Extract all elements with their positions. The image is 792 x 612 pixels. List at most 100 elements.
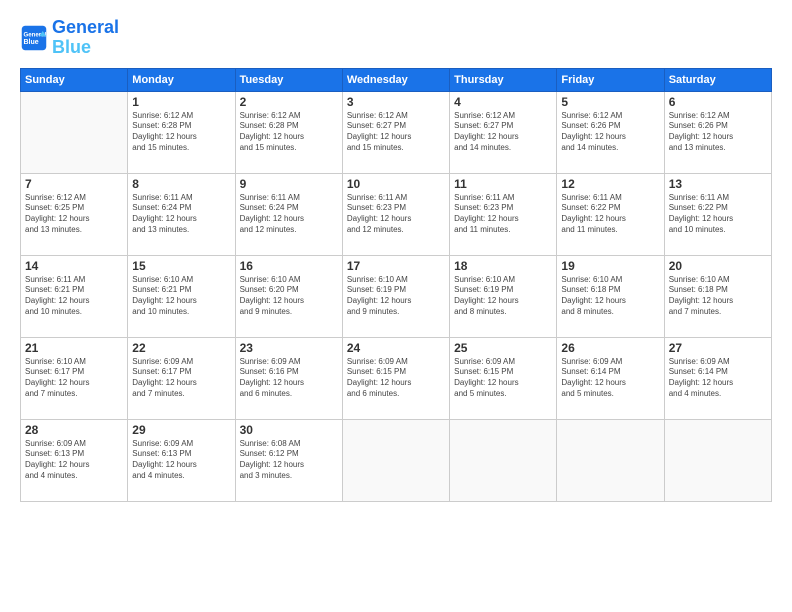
day-info: Sunrise: 6:09 AM Sunset: 6:16 PM Dayligh… (240, 357, 338, 400)
day-number: 7 (25, 177, 123, 191)
day-number: 23 (240, 341, 338, 355)
calendar-cell: 4 Sunrise: 6:12 AM Sunset: 6:27 PM Daylig… (450, 91, 557, 173)
calendar-cell: 17 Sunrise: 6:10 AM Sunset: 6:19 PM Dayli… (342, 255, 449, 337)
day-info: Sunrise: 6:12 AM Sunset: 6:26 PM Dayligh… (561, 111, 659, 154)
day-number: 1 (132, 95, 230, 109)
day-number: 27 (669, 341, 767, 355)
day-number: 4 (454, 95, 552, 109)
day-info: Sunrise: 6:12 AM Sunset: 6:27 PM Dayligh… (454, 111, 552, 154)
day-number: 8 (132, 177, 230, 191)
calendar-cell: 12 Sunrise: 6:11 AM Sunset: 6:22 PM Dayli… (557, 173, 664, 255)
day-info: Sunrise: 6:12 AM Sunset: 6:25 PM Dayligh… (25, 193, 123, 236)
day-number: 13 (669, 177, 767, 191)
day-info: Sunrise: 6:09 AM Sunset: 6:14 PM Dayligh… (561, 357, 659, 400)
day-info: Sunrise: 6:10 AM Sunset: 6:20 PM Dayligh… (240, 275, 338, 318)
calendar-cell: 30 Sunrise: 6:08 AM Sunset: 6:12 PM Dayli… (235, 419, 342, 501)
calendar-cell (342, 419, 449, 501)
calendar-cell: 1 Sunrise: 6:12 AM Sunset: 6:28 PM Daylig… (128, 91, 235, 173)
calendar-cell: 26 Sunrise: 6:09 AM Sunset: 6:14 PM Dayli… (557, 337, 664, 419)
day-info: Sunrise: 6:11 AM Sunset: 6:24 PM Dayligh… (132, 193, 230, 236)
day-info: Sunrise: 6:11 AM Sunset: 6:24 PM Dayligh… (240, 193, 338, 236)
calendar-cell: 3 Sunrise: 6:12 AM Sunset: 6:27 PM Daylig… (342, 91, 449, 173)
calendar-cell: 11 Sunrise: 6:11 AM Sunset: 6:23 PM Dayli… (450, 173, 557, 255)
day-number: 28 (25, 423, 123, 437)
weekday-header-wednesday: Wednesday (342, 68, 449, 91)
calendar-cell: 19 Sunrise: 6:10 AM Sunset: 6:18 PM Dayli… (557, 255, 664, 337)
day-info: Sunrise: 6:10 AM Sunset: 6:18 PM Dayligh… (561, 275, 659, 318)
day-info: Sunrise: 6:11 AM Sunset: 6:22 PM Dayligh… (669, 193, 767, 236)
day-number: 18 (454, 259, 552, 273)
weekday-header-monday: Monday (128, 68, 235, 91)
calendar-cell: 6 Sunrise: 6:12 AM Sunset: 6:26 PM Daylig… (664, 91, 771, 173)
day-info: Sunrise: 6:11 AM Sunset: 6:23 PM Dayligh… (454, 193, 552, 236)
day-info: Sunrise: 6:09 AM Sunset: 6:15 PM Dayligh… (347, 357, 445, 400)
calendar-cell: 7 Sunrise: 6:12 AM Sunset: 6:25 PM Daylig… (21, 173, 128, 255)
day-number: 29 (132, 423, 230, 437)
calendar-cell: 20 Sunrise: 6:10 AM Sunset: 6:18 PM Dayli… (664, 255, 771, 337)
day-info: Sunrise: 6:09 AM Sunset: 6:14 PM Dayligh… (669, 357, 767, 400)
day-number: 11 (454, 177, 552, 191)
day-number: 2 (240, 95, 338, 109)
day-info: Sunrise: 6:10 AM Sunset: 6:19 PM Dayligh… (347, 275, 445, 318)
calendar-cell: 23 Sunrise: 6:09 AM Sunset: 6:16 PM Dayli… (235, 337, 342, 419)
calendar-cell: 14 Sunrise: 6:11 AM Sunset: 6:21 PM Dayli… (21, 255, 128, 337)
day-number: 25 (454, 341, 552, 355)
day-number: 14 (25, 259, 123, 273)
day-number: 17 (347, 259, 445, 273)
day-info: Sunrise: 6:09 AM Sunset: 6:17 PM Dayligh… (132, 357, 230, 400)
day-number: 24 (347, 341, 445, 355)
day-info: Sunrise: 6:12 AM Sunset: 6:28 PM Dayligh… (132, 111, 230, 154)
calendar-cell: 16 Sunrise: 6:10 AM Sunset: 6:20 PM Dayli… (235, 255, 342, 337)
svg-text:Blue: Blue (24, 39, 39, 46)
day-number: 19 (561, 259, 659, 273)
calendar-cell: 13 Sunrise: 6:11 AM Sunset: 6:22 PM Dayli… (664, 173, 771, 255)
calendar-cell: 28 Sunrise: 6:09 AM Sunset: 6:13 PM Dayli… (21, 419, 128, 501)
day-number: 20 (669, 259, 767, 273)
calendar-cell: 2 Sunrise: 6:12 AM Sunset: 6:28 PM Daylig… (235, 91, 342, 173)
day-info: Sunrise: 6:12 AM Sunset: 6:27 PM Dayligh… (347, 111, 445, 154)
day-info: Sunrise: 6:09 AM Sunset: 6:13 PM Dayligh… (25, 439, 123, 482)
day-number: 16 (240, 259, 338, 273)
calendar-cell: 10Sunrise: 6:11 AM Sunset: 6:23 PM Dayli… (342, 173, 449, 255)
day-number: 30 (240, 423, 338, 437)
weekday-header-sunday: Sunday (21, 68, 128, 91)
weekday-header-tuesday: Tuesday (235, 68, 342, 91)
calendar-cell: 24 Sunrise: 6:09 AM Sunset: 6:15 PM Dayli… (342, 337, 449, 419)
weekday-header-saturday: Saturday (664, 68, 771, 91)
day-info: Sunrise: 6:10 AM Sunset: 6:21 PM Dayligh… (132, 275, 230, 318)
day-info: Sunrise: 6:10 AM Sunset: 6:18 PM Dayligh… (669, 275, 767, 318)
weekday-header-thursday: Thursday (450, 68, 557, 91)
calendar-cell: 8 Sunrise: 6:11 AM Sunset: 6:24 PM Daylig… (128, 173, 235, 255)
day-info: Sunrise: 6:11 AM Sunset: 6:21 PM Dayligh… (25, 275, 123, 318)
day-number: 15 (132, 259, 230, 273)
logo: General Blue GeneralBlue (20, 18, 119, 58)
day-number: 6 (669, 95, 767, 109)
day-info: Sunrise: 6:09 AM Sunset: 6:15 PM Dayligh… (454, 357, 552, 400)
calendar-cell (557, 419, 664, 501)
day-info: Sunrise: 6:10 AM Sunset: 6:17 PM Dayligh… (25, 357, 123, 400)
page: General Blue GeneralBlue SundayMondayTue… (0, 0, 792, 612)
header: General Blue GeneralBlue (20, 18, 772, 58)
calendar-cell: 22 Sunrise: 6:09 AM Sunset: 6:17 PM Dayli… (128, 337, 235, 419)
day-info: Sunrise: 6:10 AM Sunset: 6:19 PM Dayligh… (454, 275, 552, 318)
calendar-cell: 21Sunrise: 6:10 AM Sunset: 6:17 PM Dayli… (21, 337, 128, 419)
calendar-cell (21, 91, 128, 173)
calendar-cell: 5Sunrise: 6:12 AM Sunset: 6:26 PM Daylig… (557, 91, 664, 173)
day-number: 12 (561, 177, 659, 191)
calendar-cell: 9 Sunrise: 6:11 AM Sunset: 6:24 PM Daylig… (235, 173, 342, 255)
day-number: 10 (347, 177, 445, 191)
day-info: Sunrise: 6:12 AM Sunset: 6:28 PM Dayligh… (240, 111, 338, 154)
logo-icon: General Blue (20, 24, 48, 52)
day-info: Sunrise: 6:08 AM Sunset: 6:12 PM Dayligh… (240, 439, 338, 482)
day-number: 22 (132, 341, 230, 355)
day-info: Sunrise: 6:12 AM Sunset: 6:26 PM Dayligh… (669, 111, 767, 154)
calendar-cell: 25 Sunrise: 6:09 AM Sunset: 6:15 PM Dayli… (450, 337, 557, 419)
day-number: 3 (347, 95, 445, 109)
calendar-cell (664, 419, 771, 501)
calendar-cell: 15 Sunrise: 6:10 AM Sunset: 6:21 PM Dayli… (128, 255, 235, 337)
calendar-cell: 29 Sunrise: 6:09 AM Sunset: 6:13 PM Dayli… (128, 419, 235, 501)
day-info: Sunrise: 6:09 AM Sunset: 6:13 PM Dayligh… (132, 439, 230, 482)
day-number: 26 (561, 341, 659, 355)
day-number: 9 (240, 177, 338, 191)
day-info: Sunrise: 6:11 AM Sunset: 6:22 PM Dayligh… (561, 193, 659, 236)
